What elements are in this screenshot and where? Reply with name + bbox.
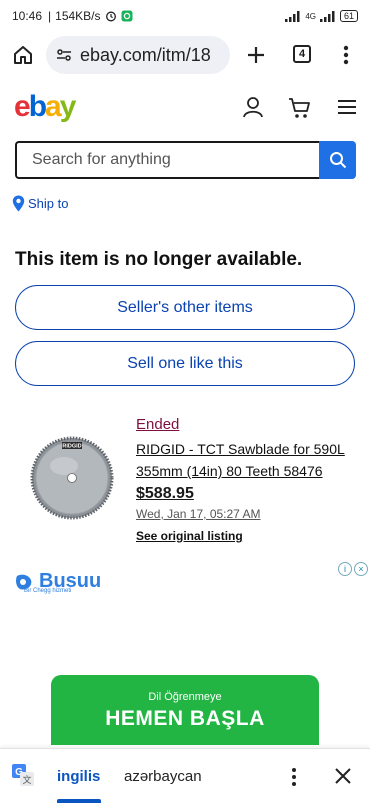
unavailable-heading: This item is no longer available. — [15, 249, 303, 270]
advertisement[interactable]: Busuu Bir Chegg hizmeti i × Dil Öğrenmey… — [0, 560, 370, 745]
ebay-logo[interactable]: ebay — [14, 90, 77, 124]
close-icon[interactable] — [333, 766, 353, 786]
ad-choices[interactable]: i × — [338, 562, 368, 576]
ad-cta-subtitle: Dil Öğrenmeye — [148, 691, 222, 703]
status-bar: 10:46 | 154KB/s 4G 61 — [0, 0, 370, 32]
browser-menu-icon[interactable] — [343, 44, 349, 66]
ad-cta-title: HEMEN BAŞLA — [105, 707, 265, 730]
ebay-header: ebay — [0, 86, 370, 130]
home-icon[interactable] — [12, 44, 34, 66]
see-original-listing-link[interactable]: See original listing — [136, 529, 243, 543]
target-language-tab[interactable]: azərbaycan — [124, 768, 202, 785]
busuu-tagline: Bir Chegg hizmeti — [24, 588, 72, 594]
search-bar: Search for anything — [15, 141, 356, 179]
ad-cta-button[interactable]: Dil Öğrenmeye HEMEN BAŞLA — [51, 675, 319, 745]
search-input[interactable]: Search for anything — [15, 141, 319, 179]
app-notification-icon — [121, 10, 133, 22]
browser-toolbar: ebay.com/itm/18 4 — [0, 34, 370, 76]
ad-info-icon[interactable]: i — [338, 562, 352, 576]
translate-bar: G 文 ingilis azərbaycan — [0, 748, 370, 803]
image-brand-label: RIDGID — [62, 444, 81, 450]
sell-one-like-this-button[interactable]: Sell one like this — [15, 341, 355, 386]
logo-letter-y: y — [59, 90, 77, 123]
signal-icon-2 — [319, 10, 335, 22]
sawblade-product-image[interactable]: RIDGID — [30, 418, 114, 526]
tab-switcher-button[interactable]: 4 — [293, 45, 311, 63]
logo-letter-a: a — [45, 90, 62, 123]
listing-price: $588.95 — [136, 485, 194, 502]
hamburger-menu-icon[interactable] — [337, 99, 357, 115]
listing-title[interactable]: RIDGID - TCT Sawblade for 590L 355mm (14… — [136, 438, 360, 482]
search-button[interactable] — [319, 141, 356, 179]
battery-indicator: 61 — [339, 10, 358, 22]
google-translate-icon[interactable]: G 文 — [12, 764, 34, 786]
ship-to-label: Ship to — [28, 196, 69, 211]
logo-letter-b: b — [28, 90, 47, 123]
svg-text:文: 文 — [22, 774, 31, 785]
alarm-icon — [105, 11, 116, 22]
logo-letter-e: e — [14, 90, 31, 123]
active-tab-indicator — [57, 799, 101, 803]
status-speed: 154KB/s — [55, 9, 101, 23]
listing-end-date: Wed, Jan 17, 05:27 AM — [136, 507, 261, 521]
address-bar[interactable]: ebay.com/itm/18 — [46, 36, 230, 74]
status-time: 10:46 — [12, 9, 43, 23]
url-text: ebay.com/itm/18 — [80, 44, 211, 65]
search-icon — [329, 152, 346, 169]
new-tab-plus-icon[interactable] — [246, 45, 266, 65]
site-settings-icon[interactable] — [56, 47, 72, 63]
ship-to-link[interactable]: Ship to — [12, 195, 68, 212]
ad-close-icon[interactable]: × — [354, 562, 368, 576]
source-language-tab[interactable]: ingilis — [57, 768, 100, 785]
listing-status: Ended — [136, 416, 180, 433]
account-icon[interactable] — [242, 96, 264, 118]
signal-icon — [285, 10, 300, 22]
listing-card: RIDGID Ended RIDGID - TCT Sawblade for 5… — [0, 410, 370, 550]
translate-options-icon[interactable] — [287, 767, 301, 787]
network-type: 4G — [305, 11, 316, 21]
cart-icon[interactable] — [288, 96, 312, 120]
location-pin-icon — [12, 195, 25, 212]
sellers-other-items-button[interactable]: Seller's other items — [15, 285, 355, 330]
